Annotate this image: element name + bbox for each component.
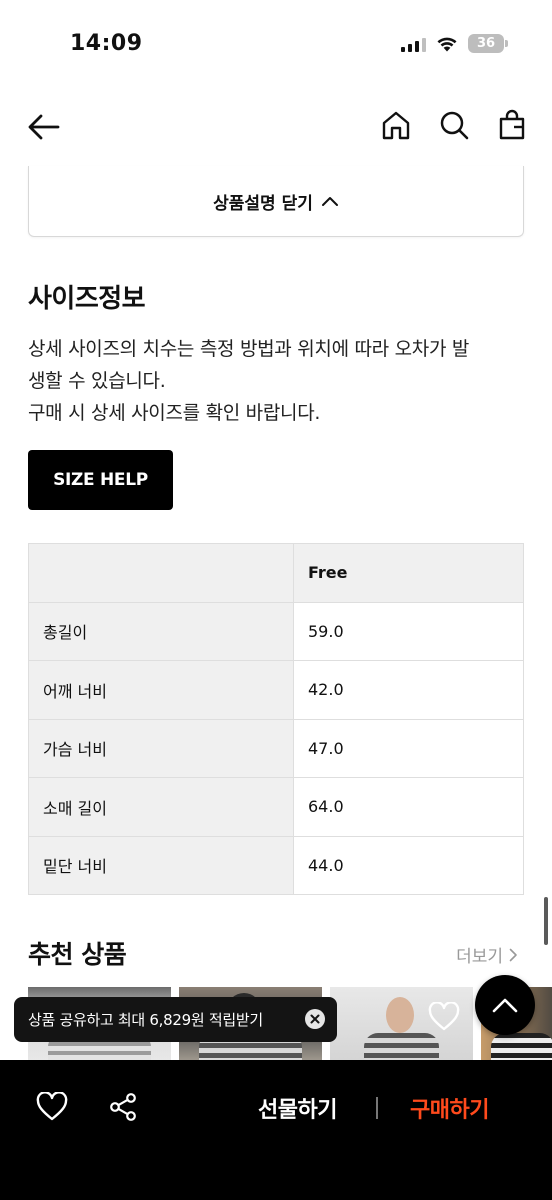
- status-bar: 14:09 36: [0, 0, 552, 90]
- recommend-title: 추천 상품: [28, 940, 127, 969]
- close-icon: [310, 1014, 320, 1024]
- size-info-description-line: 구매 시 상세 사이즈를 확인 바랍니다.: [28, 402, 321, 424]
- toast-close-button[interactable]: [305, 1009, 325, 1029]
- size-value: 47.0: [293, 718, 524, 778]
- size-table-header-free: Free: [293, 543, 524, 603]
- divider: [376, 1097, 378, 1119]
- size-value: 64.0: [293, 777, 524, 837]
- size-label: 밑단 너비: [28, 835, 294, 895]
- table-row: 밑단 너비 44.0: [28, 835, 524, 895]
- size-value: 59.0: [293, 601, 524, 661]
- size-table-header-empty: [28, 543, 294, 603]
- size-value: 44.0: [293, 835, 524, 895]
- size-label: 어깨 너비: [28, 660, 294, 720]
- size-info-title: 사이즈정보: [28, 284, 146, 314]
- share-reward-toast[interactable]: 상품 공유하고 최대 6,829원 적립받기: [14, 997, 337, 1042]
- shopping-bag-icon[interactable]: [496, 109, 528, 141]
- collapse-description-label: 상품설명 닫기: [213, 193, 313, 214]
- table-row: 가슴 너비 47.0: [28, 718, 524, 778]
- heart-icon[interactable]: [428, 1002, 460, 1032]
- size-label: 소매 길이: [28, 777, 294, 837]
- wifi-icon: [437, 37, 457, 51]
- toast-text: 상품 공유하고 최대 6,829원 적립받기: [28, 1011, 263, 1029]
- size-table-header: Free: [28, 543, 524, 603]
- back-arrow-icon[interactable]: [26, 109, 62, 145]
- size-table: Free 총길이 59.0 어깨 너비 42.0 가슴 너비 47.0 소매 길…: [28, 543, 524, 895]
- table-row: 소매 길이 64.0: [28, 777, 524, 837]
- collapse-description-button[interactable]: 상품설명 닫기: [28, 166, 524, 237]
- gift-button[interactable]: 선물하기: [258, 1092, 337, 1124]
- bottom-action-bar: 선물하기 구매하기: [0, 1060, 552, 1200]
- battery-level: 36: [476, 36, 496, 51]
- scrollbar[interactable]: [544, 897, 548, 945]
- size-info-description-line: 생할 수 있습니다.: [28, 370, 166, 392]
- size-info-description-line: 상세 사이즈의 치수는 측정 방법과 위치에 따라 오차가 발: [28, 338, 470, 360]
- nav-bar: [0, 95, 552, 159]
- chevron-right-icon: [509, 948, 517, 961]
- table-row: 어깨 너비 42.0: [28, 660, 524, 720]
- size-label: 총길이: [28, 601, 294, 661]
- home-icon[interactable]: [380, 109, 412, 141]
- scroll-top-button[interactable]: [475, 975, 535, 1035]
- heart-icon[interactable]: [36, 1092, 68, 1122]
- chevron-up-icon: [321, 197, 338, 206]
- size-label: 가슴 너비: [28, 718, 294, 778]
- search-icon[interactable]: [438, 109, 470, 141]
- size-help-button[interactable]: SIZE HELP: [28, 450, 173, 510]
- table-row: 총길이 59.0: [28, 601, 524, 661]
- buy-button[interactable]: 구매하기: [410, 1092, 489, 1124]
- recommend-more-link[interactable]: 더보기: [456, 942, 518, 967]
- recommend-more-label: 더보기: [456, 947, 503, 967]
- battery-icon: 36: [468, 34, 508, 53]
- arrow-up-icon: [492, 998, 518, 1013]
- size-info-description: 상세 사이즈의 치수는 측정 방법과 위치에 따라 오차가 발 생할 수 있습니…: [28, 333, 528, 429]
- status-icons: 36: [401, 34, 508, 53]
- status-time: 14:09: [70, 31, 143, 56]
- cellular-signal-icon: [401, 36, 426, 52]
- size-value: 42.0: [293, 660, 524, 720]
- share-icon[interactable]: [108, 1092, 138, 1122]
